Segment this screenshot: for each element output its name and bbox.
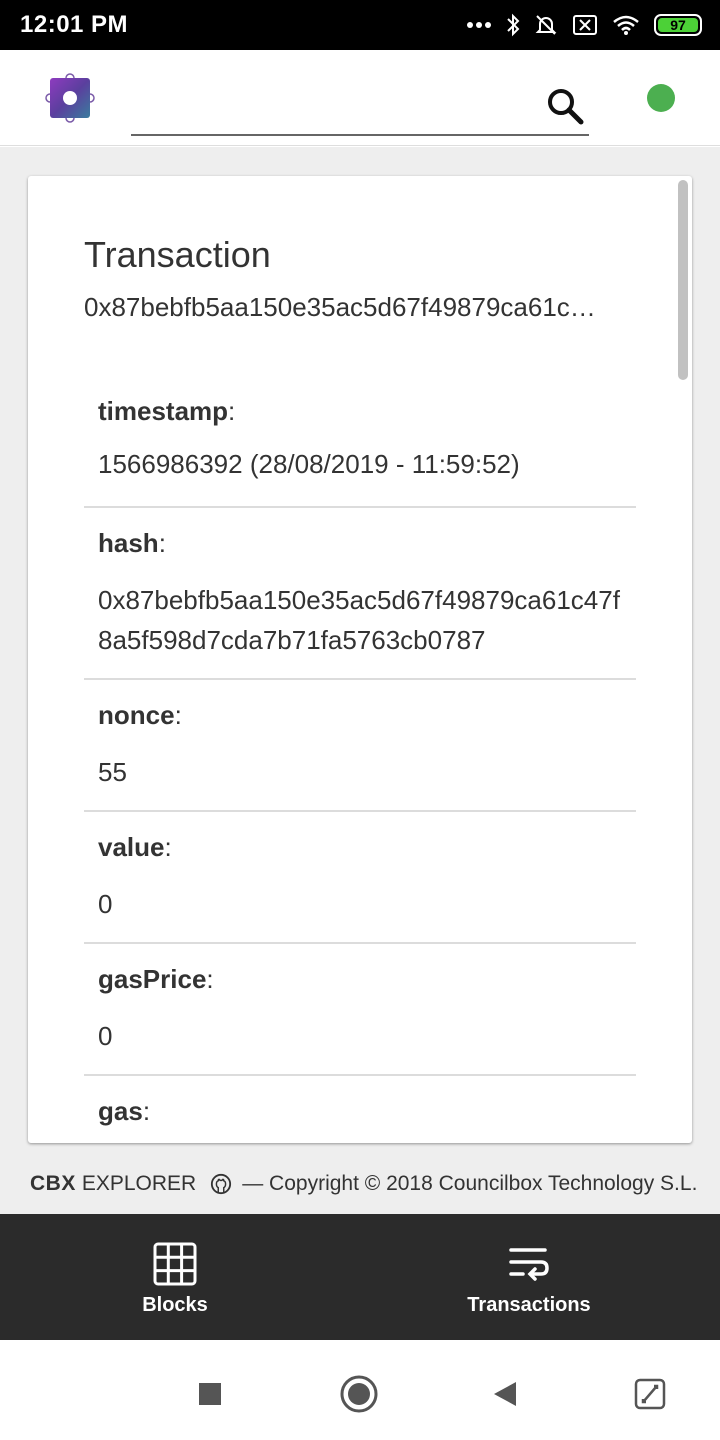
wifi-icon bbox=[612, 14, 640, 36]
nav-transactions-label: Transactions bbox=[467, 1294, 591, 1316]
field-gasprice: gasPrice: 0 bbox=[84, 944, 636, 1076]
field-timestamp: timestamp: 1566986392 (28/08/2019 - 11:5… bbox=[84, 372, 636, 508]
status-icons: 97 bbox=[466, 11, 702, 39]
system-nav-bar bbox=[0, 1344, 720, 1440]
recents-square-icon[interactable] bbox=[190, 1374, 230, 1414]
field-label: gas bbox=[98, 1096, 143, 1126]
bell-muted-icon bbox=[534, 13, 558, 37]
footer-brand-suffix: EXPLORER bbox=[81, 1172, 197, 1195]
status-bar: 12:01 PM 97 bbox=[0, 0, 720, 50]
battery-level: 97 bbox=[670, 17, 686, 33]
connection-status-dot bbox=[647, 84, 675, 112]
search-field[interactable] bbox=[131, 76, 589, 136]
bluetooth-icon bbox=[506, 13, 520, 37]
github-icon[interactable] bbox=[210, 1173, 232, 1195]
card-scrollbar[interactable] bbox=[678, 180, 688, 380]
bottom-nav: Blocks Transactions bbox=[0, 1214, 720, 1340]
home-circle-icon[interactable] bbox=[339, 1374, 379, 1414]
back-triangle-icon[interactable] bbox=[486, 1374, 526, 1414]
no-sim-icon bbox=[572, 14, 598, 36]
field-label: value bbox=[98, 832, 165, 862]
field-label: hash bbox=[98, 528, 159, 558]
search-input[interactable] bbox=[131, 84, 531, 124]
nav-blocks[interactable]: Blocks bbox=[75, 1242, 275, 1317]
battery-icon: 97 bbox=[654, 14, 702, 36]
field-value: 1566986392 (28/08/2019 - 11:59:52) bbox=[98, 449, 520, 479]
field-value: value: 0 bbox=[84, 812, 636, 944]
transaction-hash-short: 0x87bebfb5aa150e35ac5d67f49879ca61c… bbox=[84, 292, 596, 322]
transactions-icon bbox=[509, 1248, 549, 1281]
more-dots-icon bbox=[466, 21, 492, 29]
field-value: 0 bbox=[98, 889, 113, 919]
field-label: gasPrice bbox=[98, 964, 207, 994]
field-value: 0x87bebfb5aa150e35ac5d67f49879ca61c47f8a… bbox=[98, 585, 620, 655]
footer-brand: CBX bbox=[30, 1172, 76, 1195]
councilbox-logo-icon[interactable] bbox=[44, 72, 96, 124]
field-gas: gas: bbox=[98, 1096, 151, 1126]
field-hash: hash: 0x87bebfb5aa150e35ac5d67f49879ca61… bbox=[84, 508, 636, 680]
footer: CBX EXPLORER — Copyright © 2018 Councilb… bbox=[0, 1164, 720, 1204]
field-nonce: nonce: 55 bbox=[84, 680, 636, 812]
footer-copyright: — Copyright © 2018 Councilbox Technology… bbox=[242, 1172, 698, 1195]
nav-transactions[interactable]: Transactions bbox=[429, 1242, 629, 1317]
field-label: nonce bbox=[98, 700, 175, 730]
field-label: timestamp bbox=[98, 396, 229, 426]
app-bar bbox=[0, 50, 720, 146]
page-title: Transaction bbox=[84, 234, 271, 275]
screen-expand-icon[interactable] bbox=[630, 1374, 670, 1414]
status-time: 12:01 PM bbox=[20, 11, 129, 38]
transaction-card: Transaction 0x87bebfb5aa150e35ac5d67f498… bbox=[28, 176, 692, 1143]
search-icon[interactable] bbox=[545, 86, 585, 126]
grid-icon bbox=[153, 1242, 197, 1286]
nav-blocks-label: Blocks bbox=[142, 1294, 208, 1316]
field-value: 55 bbox=[98, 757, 127, 787]
field-value: 0 bbox=[98, 1021, 113, 1051]
